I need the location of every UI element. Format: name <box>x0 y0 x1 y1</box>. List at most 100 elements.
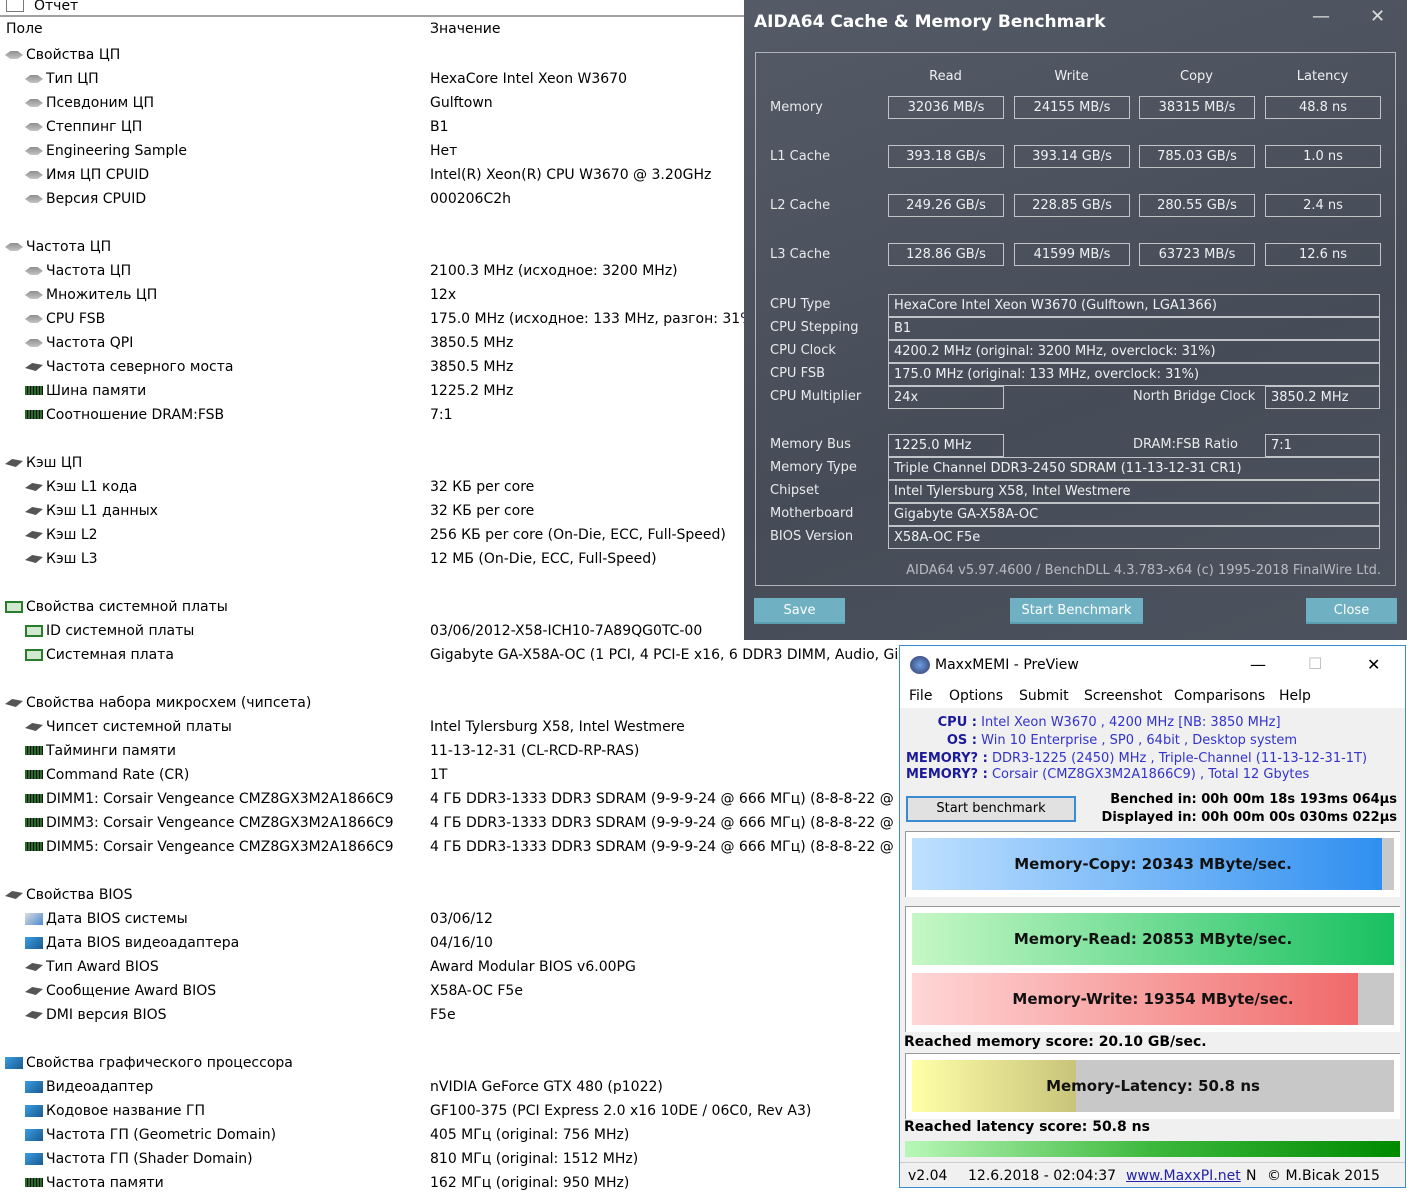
cpu-clock-value: 4200.2 MHz (original: 3200 MHz, overcloc… <box>888 340 1380 363</box>
memory-read-bar: Memory-Read: 20853 MByte/sec. <box>912 913 1394 965</box>
start-benchmark-button[interactable]: Start Benchmark <box>1010 598 1143 624</box>
menu-options[interactable]: Options <box>949 688 1003 704</box>
chip-icon <box>25 507 43 515</box>
field-name: Частота ЦП <box>26 239 112 255</box>
menu-file[interactable]: File <box>909 688 932 704</box>
report-row[interactable]: Частота ГП (Geometric Domain) 405 МГц (o… <box>0 1123 900 1147</box>
report-row[interactable]: Дата BIOS видеоадаптера 04/16/10 <box>0 931 900 955</box>
maxxmemi-window: MaxxMEMI - PreView — ☐ ✕ File Options Su… <box>899 645 1406 1188</box>
chipset-value: Intel Tylersburg X58, Intel Westmere <box>888 480 1380 503</box>
field-name: Дата BIOS системы <box>46 911 188 927</box>
field-value: 1225.2 MHz <box>430 383 514 399</box>
copy-panel: Memory-Copy: 20343 MByte/sec. <box>905 831 1400 897</box>
report-row[interactable]: Частота ГП (Shader Domain) 810 МГц (orig… <box>0 1147 900 1171</box>
field-value: 12 МБ (On-Die, ECC, Full-Speed) <box>430 551 657 567</box>
motherboard-label: Motherboard <box>770 506 854 521</box>
chip-icon <box>25 363 43 371</box>
bench-value-read: 128.86 GB/s <box>888 243 1004 266</box>
field-name: Видеоадаптер <box>46 1079 154 1095</box>
gears-icon <box>910 656 930 674</box>
memory-type-label: Memory Type <box>770 460 857 475</box>
save-button[interactable]: Save <box>754 598 845 624</box>
maximize-button[interactable]: ☐ <box>1308 654 1322 673</box>
close-icon[interactable]: ✕ <box>1370 6 1385 27</box>
field-name: DMI версия BIOS <box>46 1007 167 1023</box>
cpu-icon <box>25 147 43 155</box>
report-row[interactable]: Command Rate (CR) 1T <box>0 763 900 787</box>
menu-comparisons[interactable]: Comparisons <box>1174 688 1265 704</box>
field-value: 810 МГц (original: 1512 MHz) <box>430 1151 639 1167</box>
field-value: Intel(R) Xeon(R) CPU W3670 @ 3.20GHz <box>430 167 712 183</box>
field-value: 3850.5 MHz <box>430 359 514 375</box>
report-row[interactable]: DIMM1: Corsair Vengeance CMZ8GX3M2A1866C… <box>0 787 916 811</box>
motherboard-value: Gigabyte GA-X58A-OC <box>888 503 1380 526</box>
bios-icon <box>25 913 43 925</box>
memory-read-label: Memory-Read: 20853 MByte/sec. <box>1013 930 1293 948</box>
memory-latency-bar: Memory-Latency: 50.8 ns <box>912 1060 1394 1112</box>
column-header-field[interactable]: Поле <box>6 21 43 37</box>
memory-latency-label: Memory-Latency: 50.8 ns <box>1046 1077 1260 1095</box>
latency-score: Reached latency score: 50.8 ns <box>904 1119 1150 1135</box>
start-benchmark-button[interactable]: Start benchmark <box>906 796 1076 822</box>
datetime: 12.6.2018 - 02:04:37 <box>968 1168 1117 1184</box>
field-value: B1 <box>430 119 449 135</box>
field-value: GF100-375 (PCI Express 2.0 x16 10DE / 06… <box>430 1103 812 1119</box>
field-name: Свойства набора микросхем (чипсета) <box>26 695 312 711</box>
column-header-read: Read <box>929 69 962 84</box>
chip-icon <box>25 555 43 563</box>
title-bar: MaxxMEMI - PreView — ☐ ✕ <box>900 646 1405 686</box>
menu-submit[interactable]: Submit <box>1019 688 1069 704</box>
memory-write-label: Memory-Write: 19354 MByte/sec. <box>1012 990 1294 1008</box>
field-name: Тип ЦП <box>46 71 99 87</box>
close-button[interactable]: Close <box>1306 598 1397 624</box>
field-name: Частота ГП (Geometric Domain) <box>46 1127 277 1143</box>
overall-progress-bar <box>905 1141 1400 1157</box>
report-row[interactable]: Чипсет системной платы Intel Tylersburg … <box>0 715 900 739</box>
close-button[interactable]: ✕ <box>1367 655 1380 674</box>
field-name: CPU FSB <box>46 311 106 327</box>
report-section[interactable]: Свойства набора микросхем (чипсета) <box>0 691 900 715</box>
report-row[interactable]: Кодовое название ГП GF100-375 (PCI Expre… <box>0 1099 900 1123</box>
cpu-fsb-label: CPU FSB <box>770 366 825 381</box>
report-row[interactable]: DIMM5: Corsair Vengeance CMZ8GX3M2A1866C… <box>0 835 916 859</box>
field-name: Частота ЦП <box>46 263 132 279</box>
report-row[interactable]: DIMM3: Corsair Vengeance CMZ8GX3M2A1866C… <box>0 811 916 835</box>
version: v2.04 <box>908 1168 948 1184</box>
report-row[interactable]: Дата BIOS системы 03/06/12 <box>0 907 900 931</box>
chip-icon <box>5 459 23 467</box>
minimize-button[interactable]: — <box>1312 6 1330 27</box>
divider <box>0 15 744 17</box>
report-row[interactable]: DMI версия BIOS F5e <box>0 1003 900 1027</box>
menu-screenshot[interactable]: Screenshot <box>1084 688 1162 704</box>
report-row[interactable]: Сообщение Award BIOS X58A-OC F5e <box>0 979 900 1003</box>
field-name: Свойства графического процессора <box>26 1055 293 1071</box>
field-name: Версия CPUID <box>46 191 147 207</box>
field-name: ID системной платы <box>46 623 195 639</box>
memory-score: Reached memory score: 20.10 GB/sec. <box>904 1034 1207 1050</box>
benched-time: Benched in: 00h 00m 18s 193ms 064µs <box>1110 792 1397 807</box>
bench-value-write: 228.85 GB/s <box>1014 194 1130 217</box>
report-row[interactable]: Системная плата Gigabyte GA-X58A-OC (1 P… <box>0 643 925 667</box>
bench-row-label: L1 Cache <box>770 149 831 164</box>
report-row[interactable]: Видеоадаптер nVIDIA GeForce GTX 480 (p10… <box>0 1075 900 1099</box>
os-key: OS : <box>946 733 977 748</box>
column-header-value[interactable]: Значение <box>430 21 500 37</box>
ram-icon <box>25 1178 43 1187</box>
aida64-window: AIDA64 Cache & Memory Benchmark — ✕ Read… <box>744 0 1407 640</box>
report-section[interactable]: Свойства BIOS <box>0 883 900 907</box>
report-section[interactable]: Свойства графического процессора <box>0 1051 900 1075</box>
report-row[interactable]: Частота памяти 162 МГц (original: 950 MH… <box>0 1171 900 1195</box>
field-name: Частота ГП (Shader Domain) <box>46 1151 253 1167</box>
website-link[interactable]: www.MaxxPI.net <box>1126 1163 1241 1189</box>
field-name: DIMM5: Corsair Vengeance CMZ8GX3M2A1866C… <box>46 839 394 855</box>
field-value: Нет <box>430 143 458 159</box>
ram-icon <box>25 386 43 395</box>
report-row[interactable]: Тип Award BIOS Award Modular BIOS v6.00P… <box>0 955 900 979</box>
field-value: 03/06/2012-X58-ICH10-7A89QG0TC-00 <box>430 623 703 639</box>
menu-help[interactable]: Help <box>1279 688 1311 704</box>
chip-icon <box>25 987 43 995</box>
bench-value-latency: 12.6 ns <box>1265 243 1381 266</box>
field-name: Тип Award BIOS <box>46 959 159 975</box>
report-row[interactable]: Тайминги памяти 11-13-12-31 (CL-RCD-RP-R… <box>0 739 900 763</box>
minimize-button[interactable]: — <box>1250 655 1266 674</box>
